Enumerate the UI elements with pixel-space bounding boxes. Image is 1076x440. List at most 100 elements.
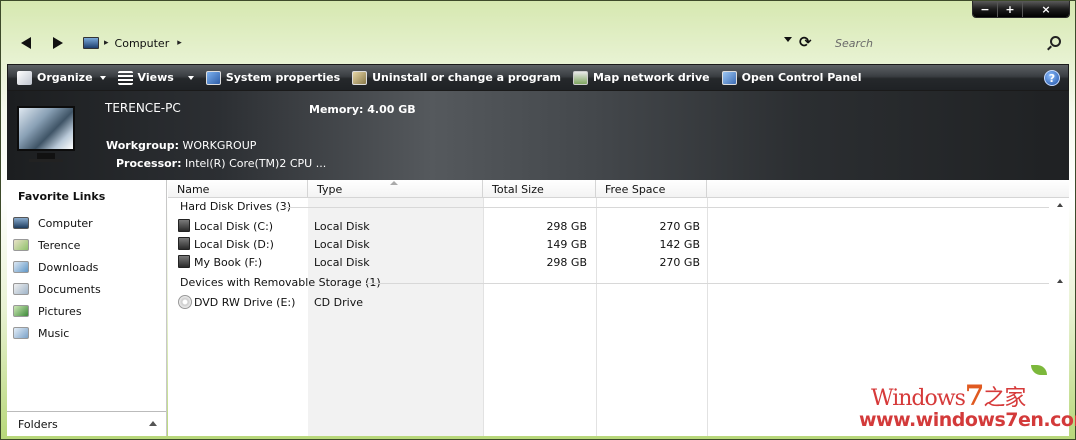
forward-button[interactable] — [49, 34, 67, 52]
table-row[interactable]: DVD RW Drive (E:) CD Drive — [168, 293, 1069, 311]
drive-type: CD Drive — [314, 296, 363, 309]
drive-type: Local Disk — [314, 238, 370, 251]
group-label: Devices with Removable Storage (1) — [180, 276, 381, 289]
monitor-icon — [17, 106, 75, 151]
search-icon[interactable] — [1050, 36, 1061, 47]
command-bar: Organize Views System properties Uninsta… — [7, 64, 1069, 91]
address-bar[interactable]: ▸ Computer ▸ — [79, 32, 795, 54]
sidebar-item-label: Documents — [38, 282, 101, 296]
organize-icon — [17, 70, 32, 85]
group-divider — [366, 283, 1049, 284]
drive-name: Local Disk (C:) — [194, 220, 274, 233]
drive-name: DVD RW Drive (E:) — [194, 296, 296, 309]
documents-icon — [13, 283, 29, 295]
uninstall-program-button[interactable]: Uninstall or change a program — [348, 64, 565, 91]
sidebar-item-pictures[interactable]: Pictures — [13, 300, 101, 322]
computer-icon — [83, 37, 99, 49]
organize-label: Organize — [37, 71, 93, 84]
music-icon — [13, 327, 29, 339]
memory-value: 4.00 GB — [367, 103, 416, 116]
back-arrow-icon — [21, 37, 31, 49]
organize-button[interactable]: Organize — [13, 64, 110, 91]
details-pane: TERENCE-PC Memory: 4.00 GB Workgroup: WO… — [7, 91, 1069, 180]
sidebar-item-label: Downloads — [38, 260, 99, 274]
sidebar-item-terence[interactable]: Terence — [13, 234, 101, 256]
folders-label: Folders — [18, 418, 58, 431]
views-button[interactable]: Views — [114, 64, 198, 91]
drive-free-space: 142 GB — [659, 238, 700, 251]
column-header-free-space[interactable]: Free Space — [596, 180, 707, 198]
chevron-down-icon — [99, 75, 106, 80]
column-header-row: Name Type Total Size Free Space — [168, 180, 1069, 198]
workgroup-info: Workgroup: WORKGROUP — [106, 139, 256, 152]
dvd-drive-icon — [178, 295, 192, 309]
navigation-pane: Favorite Links Computer Terence Download… — [7, 180, 167, 436]
group-label: Hard Disk Drives (3) — [180, 200, 292, 213]
memory-info: Memory: 4.00 GB — [309, 103, 416, 116]
favorite-links-list: Computer Terence Downloads Documents Pic… — [13, 212, 101, 344]
pictures-icon — [13, 305, 29, 317]
watermark-url: www.windows7en.com — [859, 409, 1076, 431]
folders-toggle[interactable]: Folders — [7, 411, 166, 436]
drive-type: Local Disk — [314, 256, 370, 269]
breadcrumb-separator-icon[interactable]: ▸ — [104, 38, 109, 48]
table-row[interactable]: My Book (F:) Local Disk 298 GB 270 GB — [168, 253, 1069, 271]
table-row[interactable]: Local Disk (C:) Local Disk 298 GB 270 GB — [168, 217, 1069, 235]
sidebar-item-computer[interactable]: Computer — [13, 212, 101, 234]
column-header-name[interactable]: Name — [168, 180, 308, 198]
open-control-panel-button[interactable]: Open Control Panel — [718, 64, 866, 91]
address-dropdown-icon[interactable] — [784, 37, 792, 42]
breadcrumb-separator-icon[interactable]: ▸ — [177, 38, 182, 48]
watermark-logo-prefix: Windows — [871, 386, 966, 411]
table-row[interactable]: Local Disk (D:) Local Disk 149 GB 142 GB — [168, 235, 1069, 253]
collapse-group-icon[interactable] — [1057, 279, 1063, 283]
memory-label: Memory: — [309, 103, 364, 116]
hard-disk-icon — [178, 237, 190, 250]
column-header-total-size[interactable]: Total Size — [483, 180, 596, 198]
drive-total-size: 298 GB — [546, 220, 587, 233]
map-network-drive-button[interactable]: Map network drive — [569, 64, 714, 91]
search-placeholder: Search — [835, 37, 874, 50]
maximize-button[interactable]: + — [998, 1, 1023, 17]
watermark-logo-seven: 7 — [964, 379, 985, 412]
group-header-hard-disk-drives[interactable]: Hard Disk Drives (3) — [168, 199, 1069, 215]
sidebar-item-label: Pictures — [38, 304, 82, 318]
group-header-removable-storage[interactable]: Devices with Removable Storage (1) — [168, 275, 1069, 291]
sidebar-item-documents[interactable]: Documents — [13, 278, 101, 300]
monitor-base — [29, 159, 63, 162]
processor-label: Processor: — [116, 157, 182, 170]
explorer-window: − + × ▸ Computer ▸ ⟳ Search Organize Vie… — [0, 0, 1076, 440]
network-drive-icon — [572, 70, 588, 85]
minimize-button[interactable]: − — [973, 1, 998, 17]
uninstall-label: Uninstall or change a program — [372, 71, 561, 84]
drive-total-size: 149 GB — [546, 238, 587, 251]
map-network-drive-label: Map network drive — [592, 71, 710, 84]
chevron-up-icon — [149, 421, 157, 426]
open-control-panel-label: Open Control Panel — [741, 71, 862, 84]
watermark-logo: Windows7之家 — [871, 379, 1026, 412]
drive-free-space: 270 GB — [659, 256, 700, 269]
hard-disk-icon — [178, 219, 190, 232]
system-properties-label: System properties — [225, 71, 341, 84]
drive-name: Local Disk (D:) — [194, 238, 274, 251]
drive-free-space: 270 GB — [659, 220, 700, 233]
refresh-icon[interactable]: ⟳ — [799, 33, 812, 51]
system-properties-icon — [205, 70, 221, 85]
uninstall-icon — [352, 70, 368, 85]
sidebar-item-label: Computer — [38, 216, 93, 230]
sidebar-item-downloads[interactable]: Downloads — [13, 256, 101, 278]
group-divider — [284, 207, 1049, 208]
system-properties-button[interactable]: System properties — [202, 64, 344, 91]
breadcrumb-computer[interactable]: Computer — [115, 37, 170, 50]
close-button[interactable]: × — [1023, 1, 1069, 17]
collapse-group-icon[interactable] — [1057, 203, 1063, 207]
help-icon[interactable]: ? — [1044, 70, 1060, 86]
favorite-links-title: Favorite Links — [18, 190, 106, 203]
search-input[interactable]: Search — [831, 32, 1063, 54]
drive-name: My Book (F:) — [194, 256, 263, 269]
drive-type: Local Disk — [314, 220, 370, 233]
back-button[interactable] — [17, 34, 35, 52]
sidebar-item-label: Terence — [38, 238, 81, 252]
workgroup-value: WORKGROUP — [182, 139, 257, 152]
sidebar-item-music[interactable]: Music — [13, 322, 101, 344]
